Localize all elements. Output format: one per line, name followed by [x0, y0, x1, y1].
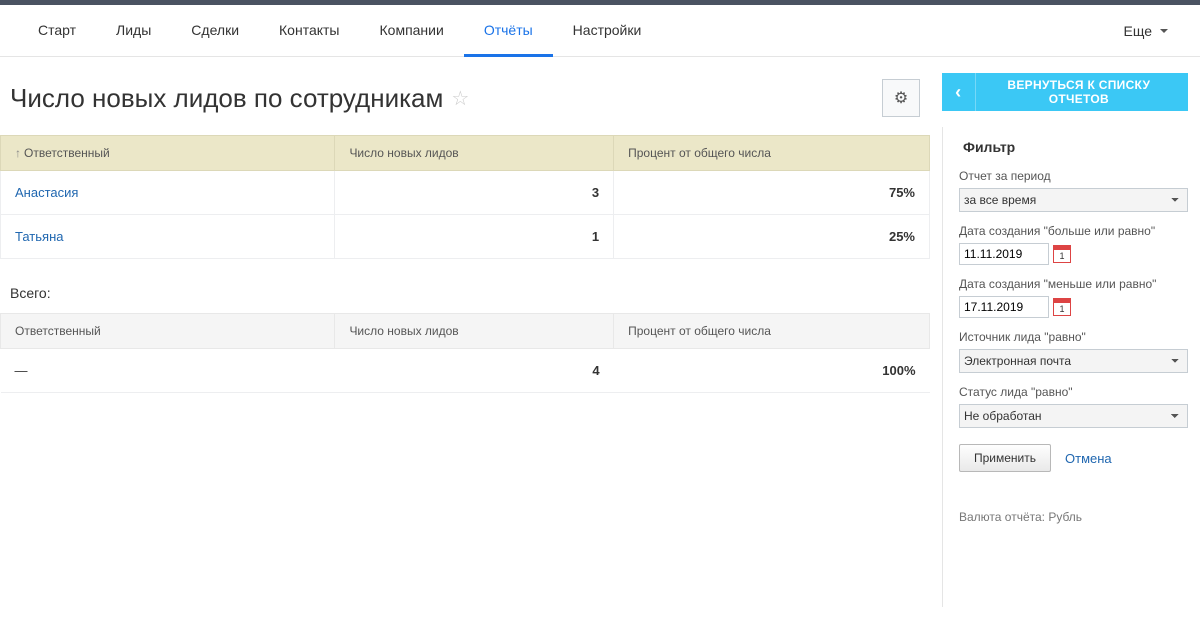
col-header-responsible[interactable]: ↑Ответственный: [1, 136, 335, 171]
status-label: Статус лида "равно": [959, 385, 1188, 399]
report-table: ↑Ответственный Число новых лидов Процент…: [0, 135, 930, 259]
total-col-percent: Процент от общего числа: [614, 314, 930, 349]
nav-reports[interactable]: Отчёты: [464, 5, 553, 57]
total-col-count: Число новых лидов: [335, 314, 614, 349]
date-ge-input[interactable]: [959, 243, 1049, 265]
status-select[interactable]: Не обработан: [959, 404, 1188, 428]
table-row: Анастасия 3 75%: [1, 171, 930, 215]
nav-deals[interactable]: Сделки: [171, 5, 259, 57]
col-header-responsible-label: Ответственный: [24, 146, 110, 160]
currency-note: Валюта отчёта: Рубль: [959, 510, 1188, 524]
col-header-percent[interactable]: Процент от общего числа: [614, 136, 930, 171]
employee-link[interactable]: Татьяна: [15, 229, 63, 244]
nav-contacts[interactable]: Контакты: [259, 5, 359, 57]
cell-count: 1: [335, 215, 614, 259]
calendar-icon[interactable]: 1: [1053, 245, 1071, 263]
nav-start[interactable]: Старт: [18, 5, 96, 57]
date-le-label: Дата создания "меньше или равно": [959, 277, 1188, 291]
date-le-input[interactable]: [959, 296, 1049, 318]
sort-asc-icon: ↑: [15, 146, 21, 160]
nav-more-label: Еще: [1124, 23, 1153, 39]
cancel-link[interactable]: Отмена: [1065, 451, 1112, 466]
favorite-star-icon[interactable]: ☆: [451, 86, 469, 111]
apply-button[interactable]: Применить: [959, 444, 1051, 472]
employee-link[interactable]: Анастасия: [15, 185, 78, 200]
gear-icon: ⚙: [894, 88, 908, 108]
total-label: Всего:: [0, 259, 930, 313]
nav-companies[interactable]: Компании: [360, 5, 464, 57]
page-title: Число новых лидов по сотрудникам: [10, 83, 443, 114]
cell-count: 3: [335, 171, 614, 215]
chevron-down-icon: [1160, 29, 1168, 33]
main-nav: Старт Лиды Сделки Контакты Компании Отчё…: [0, 5, 1200, 57]
back-to-reports-button[interactable]: ‹ ВЕРНУТЬСЯ К СПИСКУ ОТЧЕТОВ: [942, 73, 1188, 111]
total-cell-count: 4: [335, 349, 614, 393]
nav-more[interactable]: Еще: [1110, 5, 1183, 57]
calendar-icon[interactable]: 1: [1053, 298, 1071, 316]
nav-leads[interactable]: Лиды: [96, 5, 171, 57]
chevron-left-icon: ‹: [942, 73, 976, 111]
cell-percent: 75%: [614, 171, 930, 215]
col-header-count[interactable]: Число новых лидов: [335, 136, 614, 171]
filter-title: Фильтр: [959, 127, 1188, 169]
table-row: Татьяна 1 25%: [1, 215, 930, 259]
total-table: Ответственный Число новых лидов Процент …: [0, 313, 930, 393]
back-button-label: ВЕРНУТЬСЯ К СПИСКУ ОТЧЕТОВ: [988, 78, 1170, 106]
settings-button[interactable]: ⚙: [882, 79, 920, 117]
total-col-responsible: Ответственный: [1, 314, 335, 349]
total-cell-name: —: [1, 349, 335, 393]
period-select[interactable]: за все время: [959, 188, 1188, 212]
total-cell-percent: 100%: [614, 349, 930, 393]
cell-percent: 25%: [614, 215, 930, 259]
nav-settings[interactable]: Настройки: [553, 5, 662, 57]
source-label: Источник лида "равно": [959, 330, 1188, 344]
source-select[interactable]: Электронная почта: [959, 349, 1188, 373]
total-row: — 4 100%: [1, 349, 930, 393]
period-label: Отчет за период: [959, 169, 1188, 183]
date-ge-label: Дата создания "больше или равно": [959, 224, 1188, 238]
